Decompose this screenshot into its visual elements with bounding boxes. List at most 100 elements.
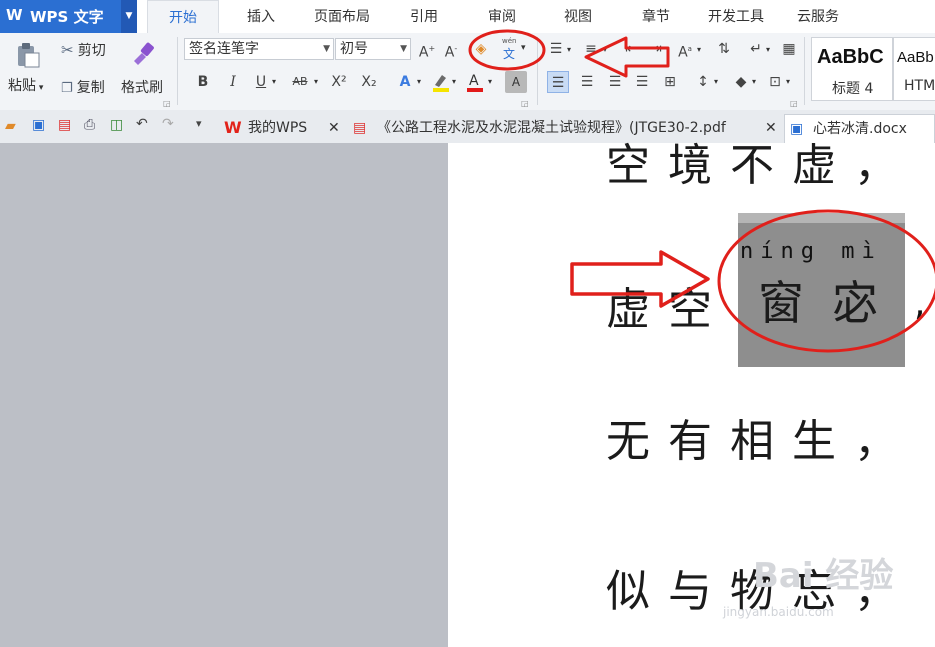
align-center-icon[interactable]: ☰ [576, 71, 598, 93]
tab-chapter[interactable]: 章节 [624, 0, 688, 33]
table-icon[interactable]: ▦ [778, 38, 800, 60]
borders-dropdown-icon[interactable]: ▾ [786, 77, 790, 86]
export-pdf-icon[interactable]: ▤ [58, 117, 71, 133]
app-menu-button[interactable]: W WPS 文字 ▼ [0, 0, 137, 33]
font-size-select[interactable]: 初号 ▼ [335, 38, 411, 60]
format-painter-button[interactable]: 格式刷 [121, 77, 163, 97]
copy-button[interactable]: ❐ 复制 [61, 77, 105, 97]
superscript-button[interactable]: X² [328, 71, 350, 93]
text-effect-icon[interactable]: A [394, 71, 416, 93]
phonetic-guide-button[interactable]: wén 文 ▾ [500, 37, 530, 61]
doc-tab-my-wps[interactable]: W 我的WPS ✕ [218, 114, 346, 143]
font-color-dropdown-icon[interactable]: ▾ [488, 77, 492, 86]
style-name: 标题 4 [832, 81, 874, 97]
phonetic-dropdown-icon: ▾ [521, 43, 526, 53]
bullet-list-icon[interactable]: ☰ [545, 38, 567, 60]
justify-icon[interactable]: ☰ [631, 71, 653, 93]
underline-dropdown-icon[interactable]: ▾ [272, 77, 276, 86]
divider [537, 37, 538, 105]
borders-icon[interactable]: ⊡ [764, 71, 786, 93]
app-menu-dropdown-icon[interactable]: ▼ [121, 0, 137, 33]
tab-insert[interactable]: 插入 [226, 0, 296, 33]
shrink-font-icon[interactable]: A- [440, 38, 462, 61]
tab-home[interactable]: 开始 [147, 0, 219, 33]
line-spacing-dropdown-icon[interactable]: ▾ [714, 77, 718, 86]
selected-text[interactable]: 窗宓 [758, 267, 906, 333]
shading-dropdown-icon[interactable]: ▾ [752, 77, 756, 86]
style-html[interactable]: AaBb HTM [893, 37, 935, 101]
shading-icon[interactable]: ◆ [730, 71, 752, 93]
font-name-select[interactable]: 签名连笔字 ▼ [184, 38, 334, 60]
scissors-icon: ✂ [61, 41, 74, 59]
numbered-list-icon[interactable]: ≡ [580, 38, 602, 60]
ribbon: 粘贴 ▾ ✂ 剪切 ❐ 复制 格式刷 ◲ 签名连笔字 ▼ 初号 ▼ A+ A- ◈ … [0, 33, 935, 111]
style-preview: AaBbC [817, 46, 884, 68]
style-heading4[interactable]: AaBbC 标题 4 [811, 37, 893, 101]
text-effect-dropdown-icon[interactable]: ▾ [417, 77, 421, 86]
app-title: WPS 文字 [30, 8, 104, 26]
phonetic-pinyin-small: wén [502, 37, 517, 45]
print-preview-icon[interactable]: ◫ [110, 117, 123, 133]
bullet-list-dropdown-icon[interactable]: ▾ [567, 45, 571, 54]
paste-button[interactable]: 粘贴 ▾ [8, 75, 43, 95]
paste-dropdown-icon[interactable]: ▾ [36, 83, 44, 93]
text-line-3[interactable]: 无有相生， [606, 405, 916, 469]
change-case-dropdown-icon[interactable]: ▾ [697, 45, 701, 54]
redo-icon[interactable]: ↷ [162, 116, 174, 132]
strikethrough-dropdown-icon[interactable]: ▾ [314, 77, 318, 86]
highlight-icon[interactable] [430, 71, 452, 93]
watermark-url: jingyan.baidu.com [723, 605, 834, 619]
copy-icon: ❐ [61, 81, 73, 96]
clipboard-launcher-icon[interactable]: ◲ [163, 99, 171, 108]
print-icon[interactable]: ⎙ [84, 117, 95, 133]
tab-view[interactable]: 视图 [546, 0, 610, 33]
save-icon[interactable]: ▣ [32, 117, 45, 133]
distribute-icon[interactable]: ⊞ [659, 71, 681, 93]
format-painter-icon[interactable] [130, 39, 156, 65]
style-preview: AaBb [897, 49, 934, 66]
text-line-1[interactable]: 空境不虚， [606, 129, 916, 193]
close-icon[interactable]: ✕ [328, 114, 340, 142]
change-case-icon[interactable]: Aa [674, 38, 696, 61]
char-shading-icon[interactable]: A [505, 71, 527, 93]
font-size-value: 初号 [340, 41, 368, 57]
bold-button[interactable]: B [192, 71, 214, 93]
increase-indent-icon[interactable]: ⇥ [645, 38, 667, 60]
show-marks-icon[interactable]: ↵ [745, 38, 767, 60]
comma-mark: , [914, 283, 926, 324]
font-color-icon[interactable]: A [464, 71, 486, 93]
open-folder-icon[interactable]: ▰ [5, 118, 16, 134]
cut-label: 剪切 [77, 43, 106, 59]
paragraph-launcher-icon[interactable]: ◲ [790, 99, 798, 108]
tab-review[interactable]: 审阅 [470, 0, 534, 33]
numbered-list-dropdown-icon[interactable]: ▾ [603, 45, 607, 54]
customize-toolbar-icon[interactable]: ▾ [196, 117, 202, 130]
highlight-dropdown-icon[interactable]: ▾ [452, 77, 456, 86]
italic-button[interactable]: I [222, 71, 244, 93]
clear-format-icon[interactable]: ◈ [470, 38, 492, 60]
font-launcher-icon[interactable]: ◲ [521, 99, 529, 108]
document-page[interactable]: 空境不虚， níng mì 虚空 窗宓 , 无有相生， 似与物忘， Bai 经验… [448, 140, 935, 647]
strikethrough-button[interactable]: AB [286, 71, 314, 93]
sort-icon[interactable]: ⇅ [713, 38, 735, 60]
tab-cloud[interactable]: 云服务 [786, 0, 850, 33]
pinyin-annotation: níng mì [740, 239, 882, 264]
tab-developer[interactable]: 开发工具 [700, 0, 772, 33]
paste-icon[interactable] [12, 41, 42, 69]
selection-top-band [738, 213, 905, 223]
align-left-icon[interactable]: ☰ [547, 71, 569, 93]
decrease-indent-icon[interactable]: ⇤ [620, 38, 642, 60]
wps-logo-icon: W [6, 6, 23, 24]
show-marks-dropdown-icon[interactable]: ▾ [766, 45, 770, 54]
style-name: HTM [904, 78, 935, 94]
tab-references[interactable]: 引用 [392, 0, 456, 33]
cut-button[interactable]: ✂ 剪切 [61, 40, 106, 60]
text-line-2[interactable]: 虚空 [606, 273, 730, 337]
grow-font-icon[interactable]: A+ [416, 38, 438, 61]
tab-page-layout[interactable]: 页面布局 [302, 0, 382, 33]
underline-button[interactable]: U [250, 71, 272, 93]
subscript-button[interactable]: X₂ [358, 71, 380, 93]
undo-icon[interactable]: ↶ [136, 116, 148, 132]
align-right-icon[interactable]: ☰ [604, 71, 626, 93]
line-spacing-icon[interactable]: ↕ [692, 71, 714, 93]
